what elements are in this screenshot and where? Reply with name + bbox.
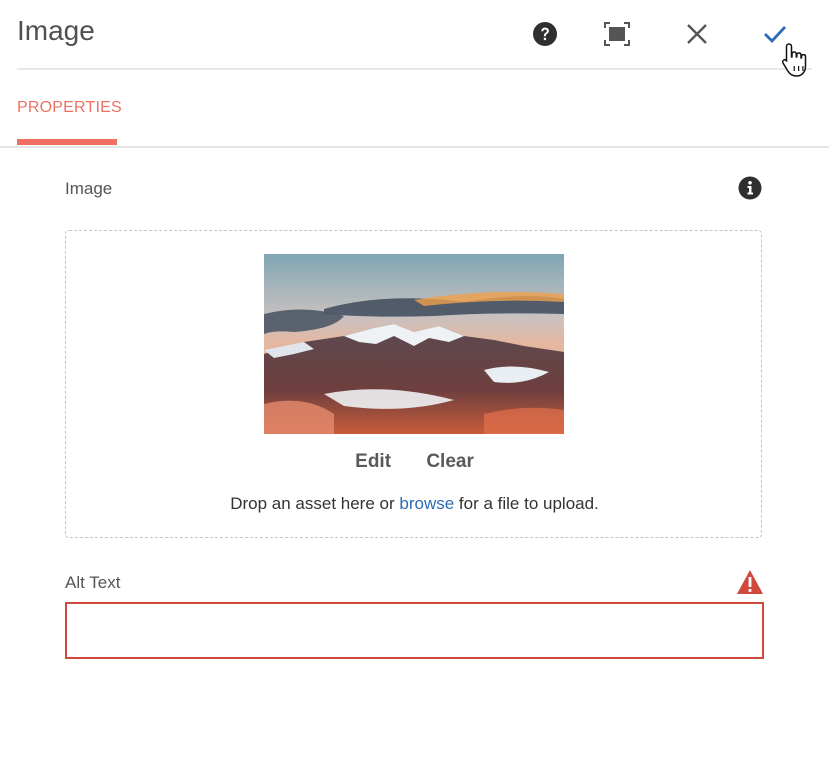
fullscreen-icon: [604, 22, 630, 46]
checkmark-icon: [764, 26, 787, 44]
edit-button[interactable]: Edit: [355, 451, 391, 472]
tab-bar: PROPERTIES: [0, 68, 829, 148]
clear-button[interactable]: Clear: [426, 451, 474, 472]
warning-icon: [737, 570, 763, 594]
help-button[interactable]: [528, 17, 562, 51]
active-tab-indicator: [17, 139, 117, 145]
drop-instructions: Drop an asset here or browse for a file …: [66, 494, 763, 514]
drop-text-end: for a file to upload.: [454, 494, 599, 513]
hand-pointer-cursor: [781, 43, 807, 77]
browse-link[interactable]: browse: [399, 494, 454, 513]
image-actions: Edit Clear: [66, 451, 763, 473]
image-field-label: Image: [65, 179, 113, 198]
fullscreen-button[interactable]: [600, 17, 634, 51]
dialog-header: Image: [17, 0, 812, 70]
image-thumbnail[interactable]: [264, 254, 564, 434]
help-icon: [533, 22, 557, 46]
image-dropzone[interactable]: Edit Clear Drop an asset here or browse …: [65, 230, 762, 538]
dialog-title: Image: [17, 15, 95, 46]
alt-text-label: Alt Text: [65, 573, 121, 592]
drop-text-start: Drop an asset here or: [230, 494, 400, 513]
mountain-image: [264, 254, 564, 434]
close-icon: [687, 24, 707, 44]
close-button[interactable]: [680, 17, 714, 51]
info-icon[interactable]: [738, 176, 762, 200]
tab-properties[interactable]: PROPERTIES: [17, 99, 122, 117]
alt-text-input[interactable]: [65, 602, 764, 659]
